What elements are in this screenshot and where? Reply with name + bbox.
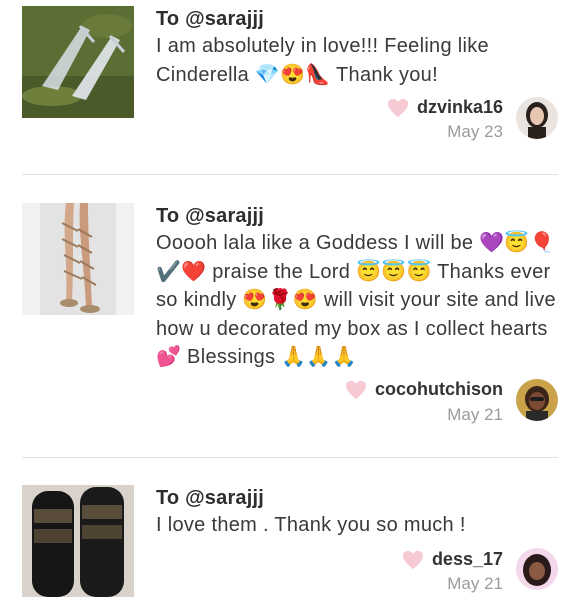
heart-icon [345,380,366,399]
divider [22,174,558,175]
recipient-label: To @sarajjj [156,487,265,509]
sender-username[interactable]: cocohutchison [375,379,503,400]
note-message: I am absolutely in love!!! Feeling like … [156,35,489,86]
note-date: May 21 [447,574,503,593]
heart-icon [402,550,423,569]
wrap-sandal-photo[interactable] [22,203,134,315]
sender-username[interactable]: dess_17 [432,549,503,570]
sender-row[interactable]: dess_17 [402,549,503,570]
heart-icon [387,98,408,117]
user-avatar[interactable] [516,379,558,421]
user-avatar[interactable] [516,548,558,590]
recipient-label: To @sarajjj [156,205,265,227]
recipient-label: To @sarajjj [156,8,265,30]
sender-row[interactable]: dzvinka16 [387,97,503,118]
note-date: May 23 [447,122,503,141]
user-avatar[interactable] [516,97,558,139]
glitter-slides-photo[interactable] [22,485,134,597]
note-date: May 21 [447,405,503,424]
note-message: I love them . Thank you so much ! [156,514,466,536]
sender-row[interactable]: cocohutchison [345,379,503,400]
note-message: Ooooh lala like a Goddess I will be 💜😇🎈✔… [156,232,556,368]
sender-username[interactable]: dzvinka16 [417,97,503,118]
love-notes-feed: To @sarajjj I am absolutely in love!!! F… [0,0,580,597]
clear-heels-photo[interactable] [22,6,134,118]
divider [22,457,558,458]
